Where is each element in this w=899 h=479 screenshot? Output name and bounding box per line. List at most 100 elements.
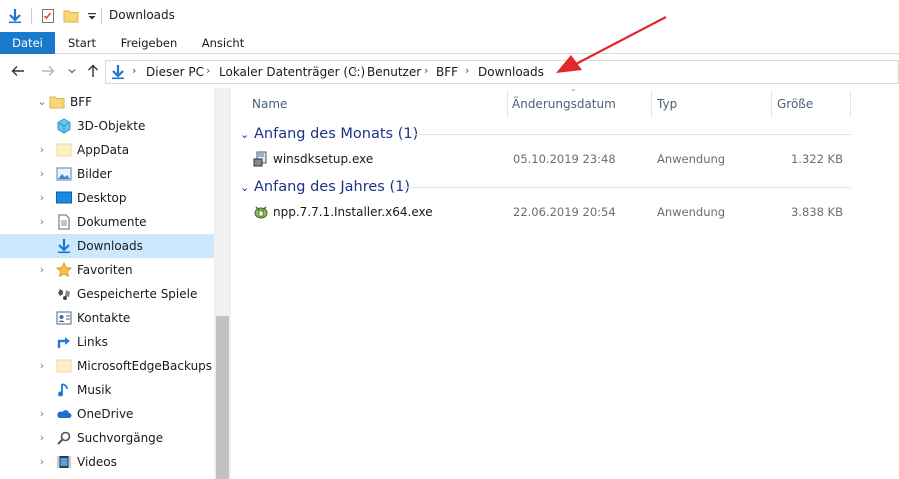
- nav-item-links[interactable]: Links: [0, 330, 214, 354]
- nav-item-dokumente[interactable]: › Dokumente: [0, 210, 214, 234]
- forward-arrow-icon[interactable]: [40, 63, 56, 79]
- file-row[interactable]: npp.7.7.1.Installer.x64.exe 22.06.2019 2…: [231, 201, 899, 223]
- recent-locations-chevron-icon[interactable]: [64, 63, 80, 79]
- expand-chevron-icon[interactable]: ›: [37, 167, 47, 181]
- nav-item-appdata[interactable]: › AppData: [0, 138, 214, 162]
- onedrive-icon: [56, 406, 72, 422]
- nav-item-3d-objekte[interactable]: 3D-Objekte: [0, 114, 214, 138]
- tab-freigeben[interactable]: Freigeben: [112, 32, 186, 54]
- collapse-chevron-icon[interactable]: ⌄: [37, 95, 47, 109]
- star-icon: [55, 261, 73, 278]
- nav-item-bff[interactable]: ⌄ BFF: [0, 90, 214, 114]
- downloads-icon: [56, 238, 72, 254]
- expand-chevron-icon[interactable]: ›: [37, 359, 47, 373]
- nav-item-favoriten[interactable]: › Favoriten: [0, 258, 214, 282]
- tab-start[interactable]: Start: [58, 32, 106, 54]
- group-header[interactable]: ⌄ Anfang des Jahres (1): [240, 176, 410, 198]
- breadcrumb-separator-icon[interactable]: ›: [206, 64, 210, 77]
- customize-toolbar-icon[interactable]: [82, 6, 102, 26]
- toolbar-divider: [101, 8, 102, 24]
- group-collapse-chevron-icon[interactable]: ⌄: [240, 128, 254, 141]
- group-collapse-chevron-icon[interactable]: ⌄: [240, 181, 254, 194]
- column-divider[interactable]: [651, 91, 652, 117]
- expand-chevron-icon[interactable]: ›: [37, 263, 47, 277]
- links-icon: [56, 334, 72, 350]
- breadcrumb-bff[interactable]: BFF: [436, 65, 458, 79]
- column-header-size[interactable]: Größe: [777, 91, 847, 117]
- nav-item-label: Videos: [77, 455, 117, 469]
- breadcrumb-downloads[interactable]: Downloads: [478, 65, 544, 79]
- breadcrumb-lokaler-datentraeger[interactable]: Lokaler Datenträger (C:): [219, 65, 365, 79]
- nav-item-label: Kontakte: [77, 311, 131, 325]
- group-divider: [411, 134, 851, 135]
- nav-item-suchvorgaenge[interactable]: › Suchvorgänge: [0, 426, 214, 450]
- file-size: 1.322 KB: [790, 152, 843, 166]
- nav-item-musik[interactable]: Musik: [0, 378, 214, 402]
- file-date: 05.10.2019 23:48: [513, 152, 616, 166]
- window-title: Downloads: [109, 8, 175, 22]
- breadcrumb-separator-icon[interactable]: ›: [465, 64, 469, 77]
- nav-item-label: Suchvorgänge: [77, 431, 164, 445]
- nav-item-label: Gespeicherte Spiele: [77, 287, 198, 301]
- expand-chevron-icon[interactable]: ›: [37, 191, 47, 205]
- column-header-name[interactable]: Name: [252, 91, 507, 117]
- nav-item-label: AppData: [77, 143, 130, 157]
- nav-item-bilder[interactable]: › Bilder: [0, 162, 214, 186]
- nav-item-kontakte[interactable]: Kontakte: [0, 306, 214, 330]
- tab-datei[interactable]: Datei: [0, 32, 55, 54]
- up-arrow-icon[interactable]: [85, 63, 101, 79]
- file-list: ⌃ Name Änderungsdatum Typ Größe ⌄ Anfang…: [231, 88, 899, 479]
- nav-item-onedrive[interactable]: › OneDrive: [0, 402, 214, 426]
- group-divider: [403, 187, 851, 188]
- breadcrumb-benutzer[interactable]: Benutzer: [367, 65, 421, 79]
- contacts-icon: [56, 310, 72, 326]
- nav-item-label: Favoriten: [77, 263, 133, 277]
- file-size: 3.838 KB: [790, 205, 843, 219]
- breadcrumb-separator-icon[interactable]: ›: [424, 64, 428, 77]
- breadcrumb-separator-icon[interactable]: ›: [353, 64, 357, 77]
- nav-item-desktop[interactable]: › Desktop: [0, 186, 214, 210]
- videos-icon: [56, 454, 72, 470]
- expand-chevron-icon[interactable]: ›: [37, 407, 47, 421]
- column-divider[interactable]: [507, 91, 508, 117]
- expand-chevron-icon[interactable]: ›: [37, 143, 47, 157]
- nav-item-label: BFF: [70, 95, 93, 109]
- folder-icon: [49, 94, 65, 110]
- column-divider[interactable]: [850, 91, 851, 117]
- column-header-date[interactable]: Änderungsdatum: [512, 91, 649, 117]
- saved-games-icon: [56, 286, 72, 302]
- tab-ansicht[interactable]: Ansicht: [192, 32, 254, 54]
- nav-item-label: Links: [77, 335, 108, 349]
- back-arrow-icon[interactable]: [10, 63, 26, 79]
- column-divider[interactable]: [771, 91, 772, 117]
- downloads-quick-icon[interactable]: [5, 6, 25, 26]
- 3d-objects-icon: [56, 118, 72, 134]
- expand-chevron-icon[interactable]: ›: [37, 215, 47, 229]
- file-name: winsdksetup.exe: [273, 152, 374, 166]
- nav-item-videos[interactable]: › Videos: [0, 450, 214, 474]
- toolbar-divider: [31, 8, 32, 24]
- nav-scrollbar[interactable]: [214, 88, 231, 479]
- group-label: Anfang des Jahres (1): [254, 179, 411, 195]
- navigation-pane: ⌄ BFF 3D-Objekte › AppData › Bilder › De…: [0, 88, 231, 479]
- nav-item-label: Bilder: [77, 167, 112, 181]
- group-header[interactable]: ⌄ Anfang des Monats (1): [240, 123, 418, 145]
- nav-item-downloads[interactable]: Downloads: [0, 234, 214, 258]
- installer-icon: [253, 151, 269, 167]
- expand-chevron-icon[interactable]: ›: [37, 431, 47, 445]
- column-header-type[interactable]: Typ: [657, 91, 767, 117]
- nav-item-label: Downloads: [77, 239, 143, 253]
- address-bar[interactable]: › Dieser PC › Lokaler Datenträger (C:) ›…: [105, 60, 899, 84]
- nav-item-label: Desktop: [77, 191, 127, 205]
- properties-icon[interactable]: [38, 6, 58, 26]
- file-row[interactable]: winsdksetup.exe 05.10.2019 23:48 Anwendu…: [231, 148, 899, 170]
- nav-item-label: Dokumente: [77, 215, 147, 229]
- nav-item-microsoftedgebackups[interactable]: › MicrosoftEdgeBackups: [0, 354, 214, 378]
- nav-item-gespeicherte-spiele[interactable]: Gespeicherte Spiele: [0, 282, 214, 306]
- title-bar: Downloads: [0, 0, 899, 32]
- breadcrumb-dieser-pc[interactable]: Dieser PC: [146, 65, 204, 79]
- nav-item-label: Musik: [77, 383, 112, 397]
- nav-scrollbar-thumb[interactable]: [216, 316, 229, 479]
- new-folder-icon[interactable]: [61, 6, 81, 26]
- expand-chevron-icon[interactable]: ›: [37, 455, 47, 469]
